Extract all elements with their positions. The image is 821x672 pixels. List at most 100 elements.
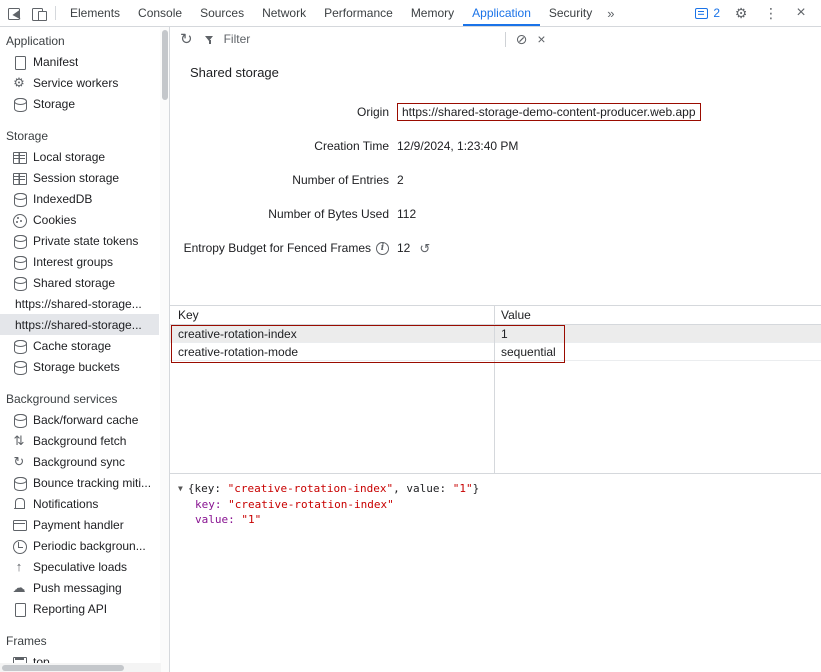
sidebar-item-label: Background sync (33, 455, 125, 469)
tab-elements[interactable]: Elements (61, 0, 129, 26)
sidebar-item-background-fetch[interactable]: ⇅ Background fetch (0, 430, 159, 451)
panel-body: Shared storage Origin https://shared-sto… (170, 51, 821, 672)
sidebar-item-background-sync[interactable]: ↻ Background sync (0, 451, 159, 472)
sidebar-item-speculative-loads[interactable]: ↑ Speculative loads (0, 556, 159, 577)
sidebar-item-manifest[interactable]: Manifest (0, 51, 159, 72)
scrollbar-thumb[interactable] (162, 30, 168, 100)
issues-counter-button[interactable]: 2 (692, 6, 723, 20)
table-row[interactable]: creative-rotation-index 1 (170, 325, 821, 343)
preview-text: {key: (188, 482, 228, 495)
property-name: value: (195, 513, 235, 526)
sidebar-item-service-workers[interactable]: ⚙ Service workers (0, 72, 159, 93)
sidebar-vertical-scrollbar[interactable] (160, 27, 169, 672)
sidebar-item-shared-storage-origin-2-selected[interactable]: https://shared-storage... (0, 314, 159, 335)
application-sidebar: Application Manifest ⚙ Service workers S… (0, 27, 170, 672)
kebab-menu-icon[interactable]: ⋮ (759, 6, 783, 20)
cell-key: creative-rotation-index (170, 327, 494, 341)
sidebar-section-application: Application (0, 31, 159, 51)
column-divider[interactable] (494, 306, 495, 473)
sidebar-item-reporting-api[interactable]: Reporting API (0, 598, 159, 619)
sidebar-item-bounce-tracking[interactable]: Bounce tracking miti... (0, 472, 159, 493)
sidebar-item-session-storage[interactable]: Session storage (0, 167, 159, 188)
inspect-cursor-icon (6, 5, 22, 21)
devtools-tabbar: Elements Console Sources Network Perform… (0, 0, 821, 27)
field-creation-time: Creation Time 12/9/2024, 1:23:40 PM (170, 129, 821, 163)
database-icon (11, 254, 27, 270)
sidebar-item-shared-storage-origin-1[interactable]: https://shared-storage... (0, 293, 159, 314)
sidebar-item-local-storage[interactable]: Local storage (0, 146, 159, 167)
sidebar-item-label: Reporting API (33, 602, 107, 616)
sidebar-item-payment-handler[interactable]: Payment handler (0, 514, 159, 535)
tab-application[interactable]: Application (463, 0, 540, 26)
devtools-window: Elements Console Sources Network Perform… (0, 0, 821, 672)
sidebar-item-notifications[interactable]: Notifications (0, 493, 159, 514)
panel-toolbar: ↻ Filter ⊘ × (170, 27, 821, 51)
table-row[interactable]: creative-rotation-mode sequential (170, 343, 821, 361)
credit-card-icon (11, 517, 27, 533)
property-value: "creative-rotation-index" (228, 498, 394, 511)
sidebar-item-interest-groups[interactable]: Interest groups (0, 251, 159, 272)
sidebar-item-back-forward-cache[interactable]: Back/forward cache (0, 409, 159, 430)
field-label: Entropy Budget for Fenced Frames (184, 241, 371, 255)
database-icon (11, 275, 27, 291)
info-icon[interactable] (376, 242, 389, 255)
field-entropy-budget: Entropy Budget for Fenced Frames 12 ↺ (170, 231, 821, 265)
close-devtools-icon[interactable]: × (789, 5, 813, 21)
sidebar-section-storage: Storage (0, 126, 159, 146)
sidebar-item-label: Session storage (33, 171, 119, 185)
sidebar-item-shared-storage[interactable]: Shared storage (0, 272, 159, 293)
sidebar-item-cookies[interactable]: Cookies (0, 209, 159, 230)
metadata-fields: Origin https://shared-storage-demo-conte… (170, 95, 821, 265)
page-title: Shared storage (190, 65, 821, 81)
sidebar-item-push-messaging[interactable]: ☁ Push messaging (0, 577, 159, 598)
more-tabs-button[interactable]: » (601, 0, 620, 26)
tab-sources[interactable]: Sources (191, 0, 253, 26)
sidebar-item-cache-storage[interactable]: Cache storage (0, 335, 159, 356)
preview-text: , value: (393, 482, 453, 495)
preview-summary-line: ▼{key: "creative-rotation-index", value:… (178, 481, 813, 497)
issues-icon (695, 8, 708, 19)
clear-all-icon[interactable]: ⊘ (516, 32, 528, 46)
settings-gear-icon[interactable]: ⚙ (729, 6, 753, 20)
expand-caret-icon[interactable]: ▼ (178, 481, 183, 497)
delete-selected-icon[interactable]: × (537, 32, 545, 46)
tab-console[interactable]: Console (129, 0, 191, 26)
sidebar-item-storage-buckets[interactable]: Storage buckets (0, 356, 159, 377)
field-number-of-entries: Number of Entries 2 (170, 163, 821, 197)
sidebar-item-indexeddb[interactable]: IndexedDB (0, 188, 159, 209)
sidebar-item-label: Private state tokens (33, 234, 138, 248)
sidebar-item-periodic-background-sync[interactable]: Periodic backgroun... (0, 535, 159, 556)
sidebar-item-storage[interactable]: Storage (0, 93, 159, 114)
sidebar-item-label: IndexedDB (33, 192, 92, 206)
tab-performance[interactable]: Performance (315, 0, 402, 26)
origin-value-annotation: https://shared-storage-demo-content-prod… (397, 103, 701, 121)
field-origin: Origin https://shared-storage-demo-conte… (170, 95, 821, 129)
tab-security[interactable]: Security (540, 0, 601, 26)
sidebar-horizontal-scrollbar[interactable] (0, 663, 161, 672)
reset-budget-icon[interactable]: ↺ (419, 242, 430, 255)
tabbar-divider (55, 6, 56, 20)
sidebar-item-label: https://shared-storage... (15, 297, 142, 311)
table-icon (11, 170, 27, 186)
sidebar-item-private-state-tokens[interactable]: Private state tokens (0, 230, 159, 251)
item-preview-pane: ▼ {key: "creative-rotation-index" , value:… (170, 473, 821, 672)
scrollbar-thumb[interactable] (2, 665, 124, 671)
sidebar-item-label: https://shared-storage... (15, 318, 142, 332)
inspect-element-icon[interactable] (2, 0, 26, 26)
up-arrow-icon: ↑ (11, 559, 27, 575)
column-header-key: Key (170, 308, 494, 322)
sidebar-item-label: Payment handler (33, 518, 124, 532)
filter-input[interactable]: Filter (203, 32, 495, 46)
tab-memory[interactable]: Memory (402, 0, 463, 26)
clock-icon (11, 538, 27, 554)
cloud-icon: ☁ (11, 580, 27, 596)
database-icon (11, 338, 27, 354)
field-label: Creation Time (170, 139, 389, 153)
sidebar-item-label: Service workers (33, 76, 118, 90)
cell-value: sequential (494, 345, 556, 359)
refresh-icon[interactable]: ↻ (180, 32, 193, 47)
device-toolbar-icon[interactable] (26, 0, 50, 26)
field-value: 112 (397, 207, 416, 221)
gear-icon: ⚙ (11, 75, 27, 91)
tab-network[interactable]: Network (253, 0, 315, 26)
